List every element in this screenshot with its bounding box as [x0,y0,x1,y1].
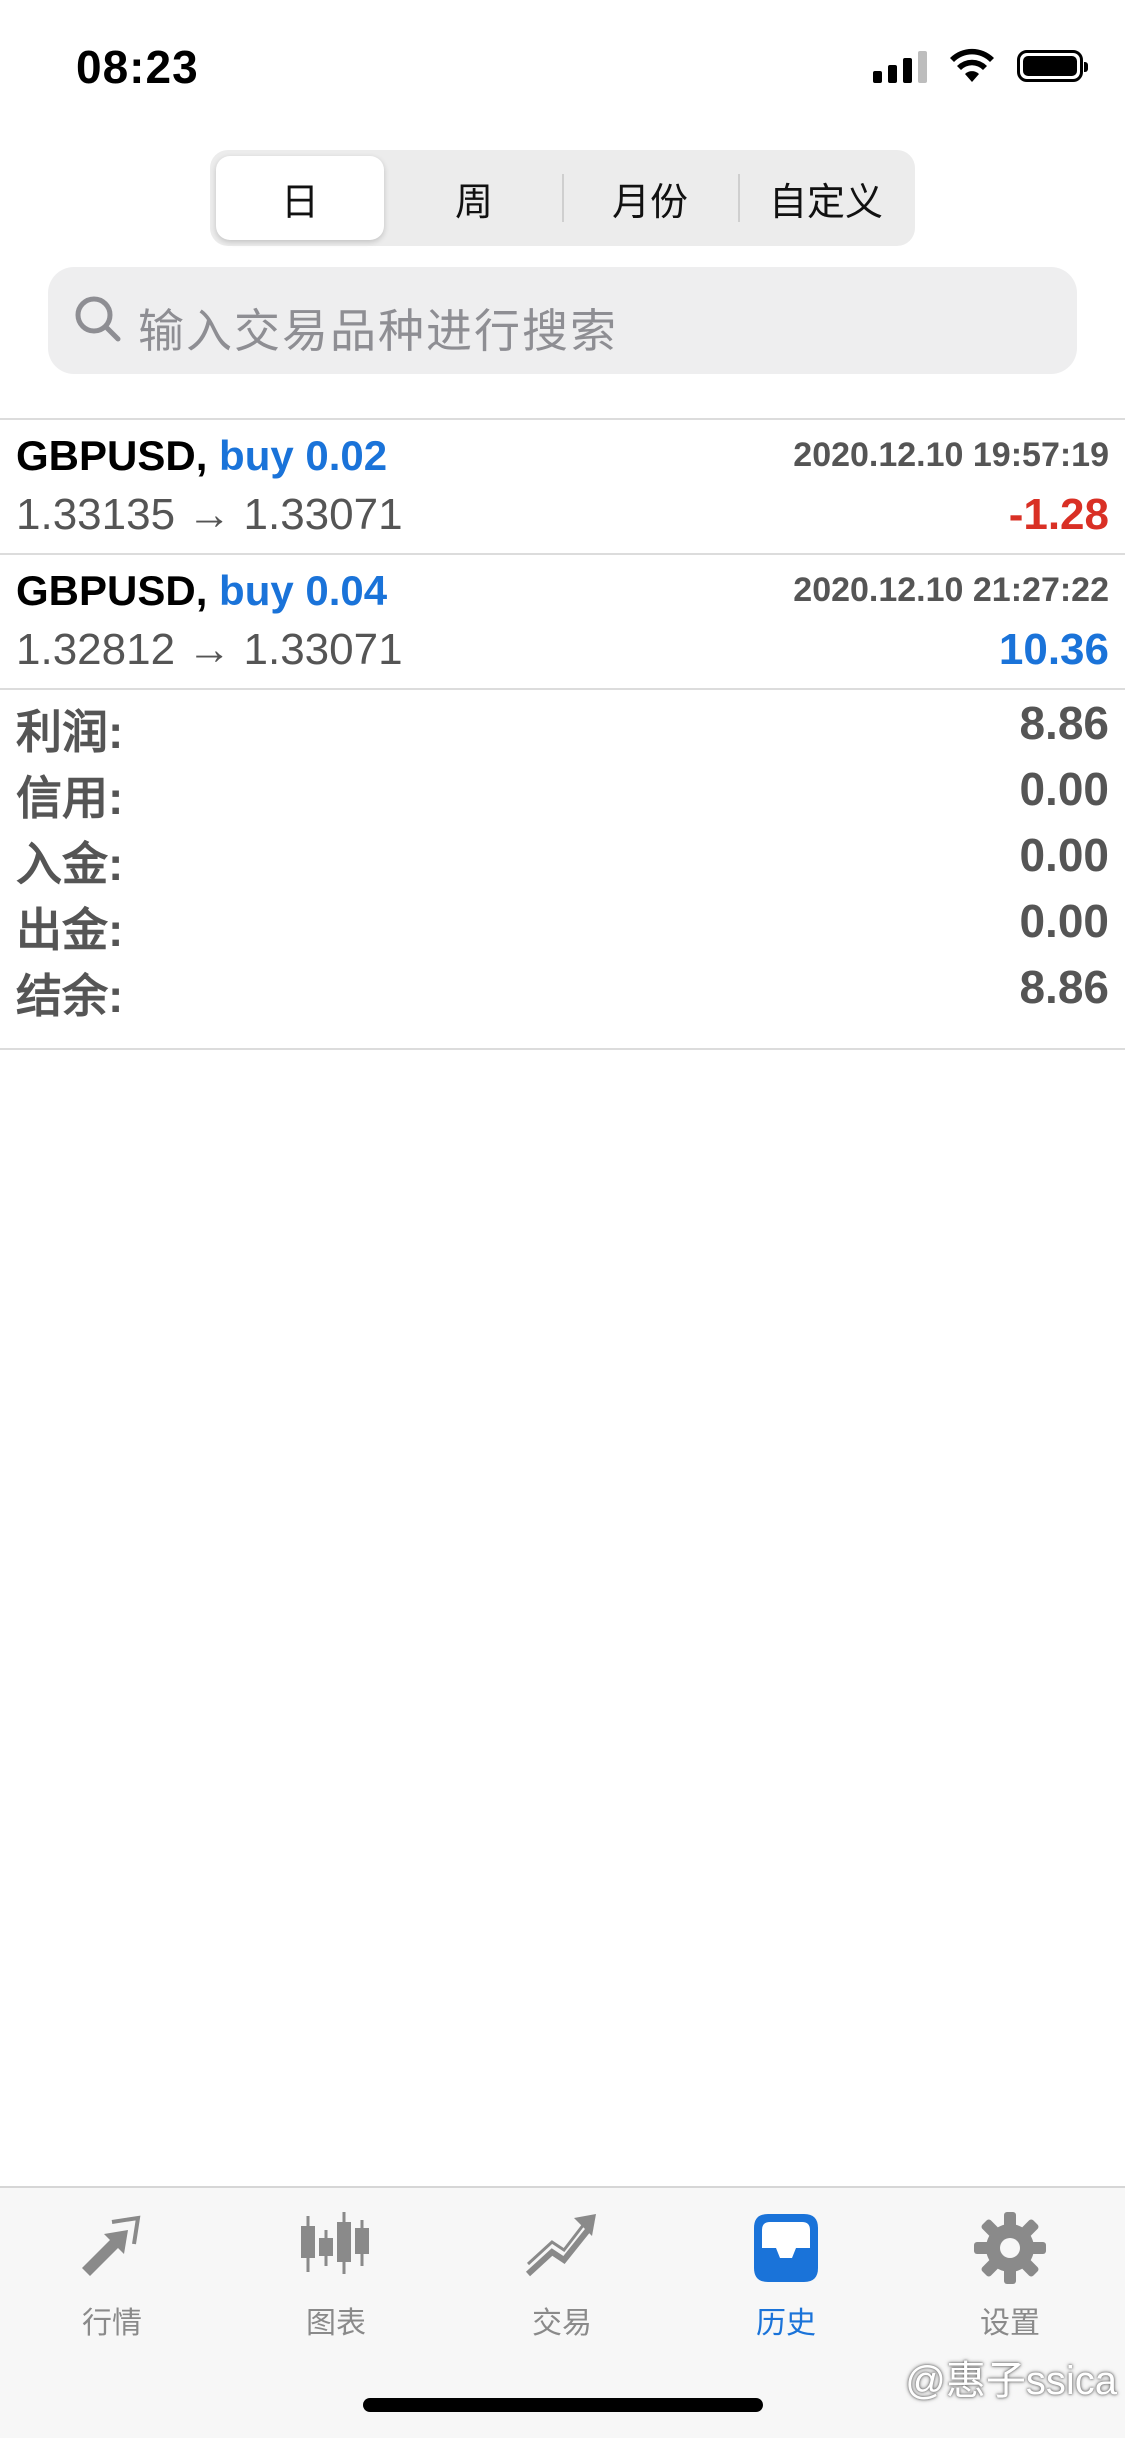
summary-label: 出金: [16,904,124,956]
summary-label: 信用: [16,772,124,824]
deal-prices: 1.33135 → 1.33071 [16,490,403,539]
summary-value: 8.86 [1019,697,1109,749]
summary-label: 利润: [16,706,124,758]
tab-label: 设置 [980,2307,1040,2340]
summary-value: 8.86 [1019,961,1109,1013]
deal-side-volume: buy 0.02 [219,432,388,479]
deal-datetime: 2020.12.10 21:27:22 [793,571,1109,609]
deal-datetime: 2020.12.10 19:57:19 [793,436,1109,474]
deal-symbol: GBPUSD [16,432,196,479]
summary-value: 0.00 [1019,895,1109,947]
summary-label: 入金: [16,838,124,890]
cellular-signal-icon [873,49,927,83]
summary-row-credit: 信用: 0.00 [0,756,1125,824]
search-placeholder: 输入交易品种进行搜索 [138,305,618,357]
quotes-arrows-icon [82,2215,141,2276]
tab-label: 历史 [756,2307,816,2340]
history-inbox-icon [754,2214,818,2282]
deal-separator: , [195,432,208,479]
summary-row-deposit: 入金: 0.00 [0,822,1125,890]
tab-history[interactable]: 历史 [706,2208,866,2358]
deal-side-volume: buy 0.04 [219,567,388,614]
tab-custom[interactable]: 自定义 [742,156,910,240]
period-segmented-control: 日 周 月份 自定义 [210,150,915,246]
home-indicator[interactable] [363,2398,763,2412]
deal-symbol-line: GBPUSD, buy 0.04 [16,567,387,615]
tab-settings[interactable]: 设置 [930,2208,1090,2358]
deal-separator: , [195,567,208,614]
tab-trade[interactable]: 交易 [482,2208,642,2358]
deal-row[interactable]: GBPUSD, buy 0.02 2020.12.10 19:57:19 1.3… [0,420,1125,555]
tab-label: 图表 [306,2307,366,2340]
summary-row-profit: 利润: 8.86 [0,690,1125,758]
summary-label: 结余: [16,970,124,1022]
search-icon [75,296,121,342]
summary-value: 0.00 [1019,829,1109,881]
tab-chart[interactable]: 图表 [256,2208,416,2358]
deal-row[interactable]: GBPUSD, buy 0.04 2020.12.10 21:27:22 1.3… [0,555,1125,690]
tab-quotes[interactable]: 行情 [32,2208,192,2358]
segment-divider [738,174,740,222]
summary-row-withdrawal: 出金: 0.00 [0,888,1125,956]
deal-profit: -1.28 [1008,490,1109,539]
status-time: 08:23 [76,41,199,93]
wifi-icon [950,48,994,82]
status-bar: 08:23 [0,0,1125,140]
battery-icon [1017,50,1088,82]
candlestick-chart-icon [301,2212,369,2274]
summary-value: 0.00 [1019,763,1109,815]
trade-trend-icon [525,2214,596,2277]
summary-row-balance: 结余: 8.86 [0,954,1125,1022]
deal-profit: 10.36 [998,625,1109,674]
watermark-text: @惠子ssica [905,2359,1117,2403]
segment-divider [562,174,564,222]
list-divider [0,1048,1125,1050]
deal-symbol: GBPUSD [16,567,196,614]
gear-icon [974,2212,1046,2284]
tab-day[interactable]: 日 [216,156,384,240]
deal-symbol-line: GBPUSD, buy 0.02 [16,432,387,480]
tab-week[interactable]: 周 [390,156,558,240]
tab-month[interactable]: 月份 [566,156,734,240]
tab-label: 交易 [532,2307,592,2340]
deal-prices: 1.32812 → 1.33071 [16,625,403,674]
search-input[interactable]: 输入交易品种进行搜索 [48,267,1077,374]
tab-label: 行情 [82,2307,142,2340]
status-icons [873,48,1088,84]
